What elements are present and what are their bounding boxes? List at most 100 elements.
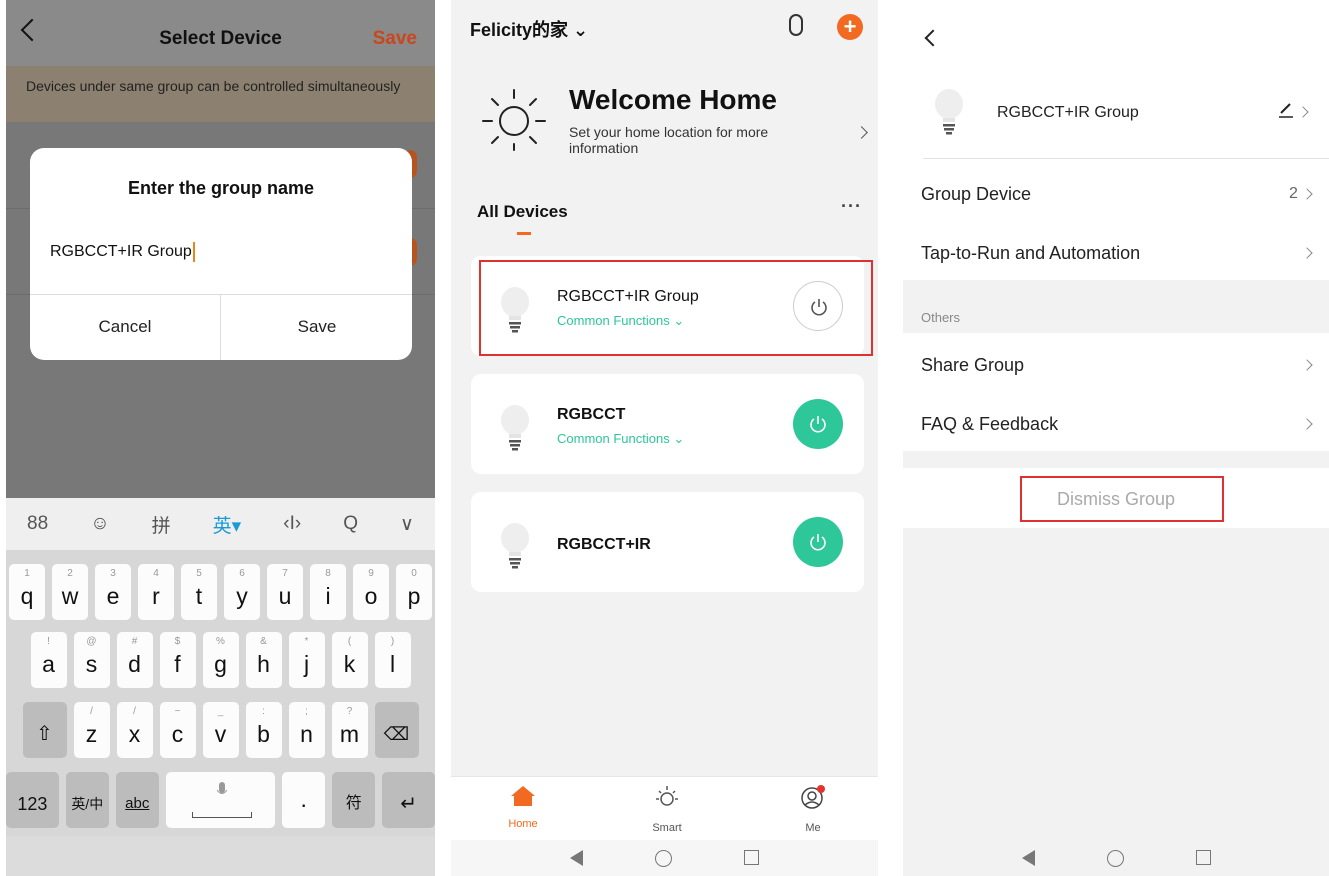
key-v[interactable]: _ v: [202, 702, 239, 758]
device-card[interactable]: RGBCCT Common Functions ⌄: [471, 374, 864, 474]
device-name: RGBCCT+IR: [557, 536, 651, 553]
home-selector[interactable]: Felicity的家 ⌄: [470, 16, 588, 42]
key-g[interactable]: % g: [202, 632, 239, 688]
keyboard-tool-0[interactable]: 88: [27, 513, 48, 535]
key-f[interactable]: $ f: [159, 632, 196, 688]
tab-smart[interactable]: Smart: [627, 785, 707, 834]
number-key[interactable]: 123: [6, 772, 59, 828]
key-u[interactable]: 7u: [267, 564, 303, 620]
keyboard-row-4: 123 英/中 abc · 符 ↵: [6, 772, 435, 828]
key-o[interactable]: 9o: [353, 564, 389, 620]
key-hint: :: [262, 706, 265, 717]
key-a[interactable]: ! a: [30, 632, 67, 688]
keyboard-tool-2[interactable]: 拼: [152, 511, 171, 538]
tab-home[interactable]: Home: [483, 785, 563, 830]
common-functions-link[interactable]: Common Functions ⌄: [557, 431, 684, 447]
edit-icon[interactable]: [1279, 102, 1293, 118]
keyboard-tool-5[interactable]: Q: [343, 513, 358, 535]
nav-home-icon[interactable]: [655, 850, 672, 867]
keyboard-toolbar: 88 ☺ 拼 英▾ ‹I› Q ∨: [6, 498, 435, 550]
key-char: r: [152, 583, 160, 609]
key-char: x: [128, 721, 141, 747]
key-k[interactable]: (k: [331, 632, 368, 688]
power-button[interactable]: [793, 399, 843, 449]
nav-home-icon[interactable]: [1106, 850, 1124, 867]
group-name: RGBCCT+IR Group: [997, 104, 1139, 121]
group-device-count: 2: [1289, 185, 1298, 202]
save-button[interactable]: Save: [373, 28, 417, 50]
tab-me[interactable]: Me: [773, 785, 853, 834]
key-w[interactable]: 2w: [52, 564, 88, 620]
backspace-key[interactable]: ⌫: [374, 702, 419, 758]
key-d[interactable]: # d: [116, 632, 153, 688]
key-j[interactable]: * j: [288, 632, 325, 688]
microphone-icon[interactable]: [789, 14, 803, 36]
key-char: p: [407, 583, 421, 609]
key-hint: 2: [67, 568, 73, 579]
nav-recents-icon[interactable]: [744, 850, 759, 865]
key-q[interactable]: 1q: [9, 564, 45, 620]
key-n[interactable]: ; n: [288, 702, 325, 758]
more-options-icon[interactable]: ···: [841, 196, 862, 217]
key-char: f: [174, 651, 181, 677]
faq-feedback-row[interactable]: FAQ & Feedback: [921, 414, 1058, 435]
key-r[interactable]: 4r: [138, 564, 174, 620]
language-key[interactable]: 英/中: [65, 772, 109, 828]
share-group-row[interactable]: Share Group: [921, 355, 1024, 376]
nav-back-icon[interactable]: [1021, 850, 1035, 866]
key-m[interactable]: ? m: [331, 702, 368, 758]
key-b[interactable]: :b: [245, 702, 282, 758]
key-char: w: [61, 583, 79, 609]
group-name-input[interactable]: RGBCCT+IR Group: [50, 242, 195, 262]
divider: [923, 158, 1329, 159]
enter-key[interactable]: ↵: [382, 772, 435, 828]
key-hint: ;: [305, 706, 308, 717]
key-p[interactable]: 0p: [396, 564, 432, 620]
abc-key[interactable]: abc: [115, 772, 159, 828]
smart-sun-icon: [656, 786, 678, 806]
home-icon: [511, 786, 535, 806]
keyboard-row-3-letters: / z / x − c _ v: b; n? m: [73, 702, 368, 758]
key-hint: @: [86, 636, 97, 647]
welcome-subtitle[interactable]: Set your home location for more informat…: [569, 124, 799, 156]
key-hint: (: [347, 636, 352, 647]
keyboard-tool-4[interactable]: ‹I›: [283, 513, 301, 535]
key-l[interactable]: ) l: [374, 632, 411, 688]
period-key[interactable]: ·: [282, 772, 326, 828]
key-hint: #: [131, 636, 138, 647]
symbol-key[interactable]: 符: [332, 772, 376, 828]
key-z[interactable]: / z: [73, 702, 110, 758]
key-y[interactable]: 6y: [224, 564, 260, 620]
cancel-button[interactable]: Cancel: [30, 294, 220, 360]
group-device-row[interactable]: Group Device: [921, 184, 1031, 205]
space-key[interactable]: [165, 772, 276, 828]
bulb-icon: [935, 89, 963, 135]
key-s[interactable]: @ s: [73, 632, 110, 688]
power-button[interactable]: [793, 517, 843, 567]
soft-keyboard: 88 ☺ 拼英▾ ‹I› Q ∨ 1q2w3e4r5t6y7u8i9o0p ! a @ s # d $…: [6, 498, 435, 876]
add-device-button[interactable]: +: [837, 14, 863, 40]
key-e[interactable]: 3e: [95, 564, 131, 620]
tab-home-label: Home: [508, 818, 538, 830]
chevron-right-icon[interactable]: [855, 126, 868, 139]
microphone-icon: [216, 782, 228, 794]
tab-all-devices[interactable]: All Devices: [477, 202, 568, 222]
key-h[interactable]: & h: [245, 632, 282, 688]
key-i[interactable]: 8i: [310, 564, 346, 620]
nav-back-icon[interactable]: [570, 850, 583, 866]
key-t[interactable]: 5t: [181, 564, 217, 620]
tap-to-run-row[interactable]: Tap-to-Run and Automation: [921, 243, 1140, 264]
keyboard-tool-1[interactable]: ☺: [90, 513, 109, 535]
key-x[interactable]: / x: [116, 702, 153, 758]
keyboard-tool-3[interactable]: 英▾: [213, 511, 242, 538]
device-card[interactable]: RGBCCT+IR: [471, 492, 864, 592]
system-nav-bar: [451, 840, 878, 876]
key-char: e: [106, 583, 120, 609]
key-c[interactable]: − c: [159, 702, 196, 758]
bulb-icon: [501, 523, 529, 569]
shift-key[interactable]: ⇧: [22, 702, 67, 758]
key-hint: &: [260, 636, 267, 647]
dialog-save-button[interactable]: Save: [222, 294, 412, 360]
nav-recents-icon[interactable]: [1195, 850, 1211, 865]
keyboard-tool-6[interactable]: ∨: [400, 513, 414, 536]
